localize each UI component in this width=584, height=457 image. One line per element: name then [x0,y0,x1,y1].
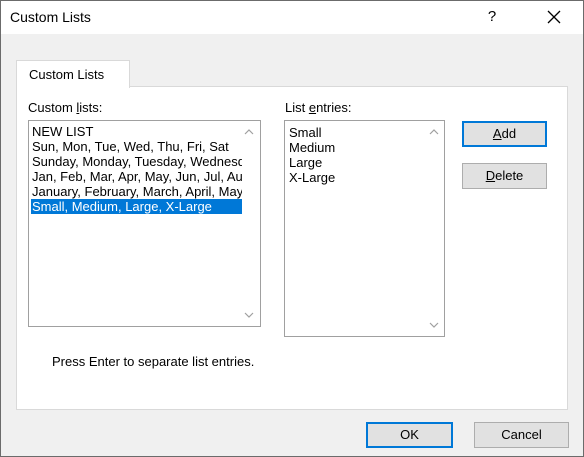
tab-panel: Custom lists: NEW LIST Sun, Mon, Tue, We… [16,86,568,410]
list-item[interactable]: Sun, Mon, Tue, Wed, Thu, Fri, Sat [31,139,242,154]
scroll-down-icon[interactable] [428,320,440,330]
list-item[interactable]: Jan, Feb, Mar, Apr, May, Jun, Jul, Aug, … [31,169,242,184]
close-button[interactable] [539,4,569,30]
ok-button[interactable]: OK [366,422,453,448]
list-entries-textbox[interactable]: Small Medium Large X-Large [284,120,445,337]
custom-lists-listbox[interactable]: NEW LIST Sun, Mon, Tue, Wed, Thu, Fri, S… [28,120,261,327]
help-icon: ? [487,8,497,25]
cancel-button[interactable]: Cancel [474,422,569,448]
list-entries-label: List entries: [285,100,352,115]
custom-lists-dialog: Custom Lists ? Custom Lists Custom lists… [0,0,584,457]
scroll-down-icon[interactable] [243,310,255,320]
scroll-up-icon[interactable] [243,127,255,137]
tab-label: Custom Lists [29,67,105,82]
list-item-selected[interactable]: Small, Medium, Large, X-Large [31,199,242,214]
window-title: Custom Lists [10,9,91,25]
title-bar: Custom Lists ? [1,1,583,34]
entry-line: X-Large [289,170,336,185]
delete-button[interactable]: Delete [462,163,547,189]
hint-text: Press Enter to separate list entries. [52,354,255,369]
close-icon [547,10,561,24]
entry-line: Large [289,155,323,170]
list-item[interactable]: Sunday, Monday, Tuesday, Wednesday, Thur… [31,154,242,169]
help-button[interactable]: ? [479,5,505,29]
list-item[interactable]: NEW LIST [31,124,242,139]
custom-lists-label: Custom lists: [28,100,103,115]
entry-line: Small [289,125,322,140]
tab-custom-lists[interactable]: Custom Lists [16,60,130,88]
add-button[interactable]: Add [462,121,547,147]
entry-line: Medium [289,140,336,155]
list-item[interactable]: January, February, March, April, May, Ju… [31,184,242,199]
scroll-up-icon[interactable] [428,127,440,137]
